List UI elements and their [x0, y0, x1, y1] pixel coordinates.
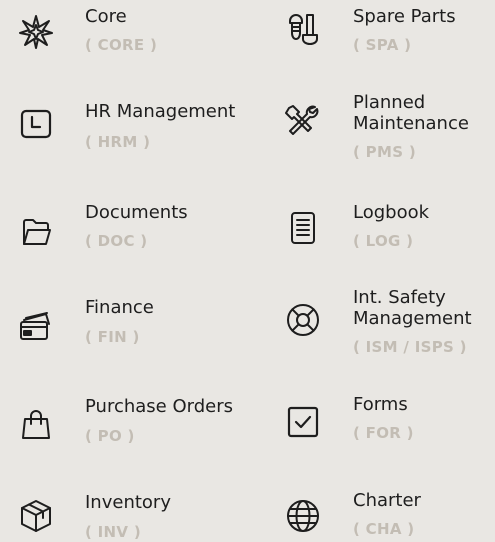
module-code: ( CORE )	[85, 36, 158, 54]
shopping-bag-icon	[16, 404, 56, 444]
module-label-line1: Planned	[353, 92, 426, 113]
module-label: Documents	[85, 202, 188, 223]
module-label: Charter	[353, 490, 421, 511]
lifebuoy-icon	[283, 300, 323, 340]
module-label-line2: Management	[353, 308, 472, 329]
module-label: Finance	[85, 297, 154, 318]
module-label: Purchase Orders	[85, 396, 233, 417]
notebook-icon	[283, 208, 323, 248]
bolts-icon	[283, 10, 323, 50]
module-code: ( LOG )	[353, 232, 414, 250]
module-code: ( INV )	[85, 523, 141, 541]
module-label: Forms	[353, 394, 408, 415]
module-label: Core	[85, 6, 127, 27]
box-icon	[16, 496, 56, 536]
cards-icon	[16, 306, 56, 346]
module-code: ( FOR )	[353, 424, 414, 442]
module-code: ( PMS )	[353, 143, 416, 161]
star-compass-icon	[16, 12, 56, 52]
folder-icon	[16, 212, 56, 252]
module-code: ( SPA )	[353, 36, 412, 54]
module-code: ( FIN )	[85, 328, 140, 346]
module-code: ( HRM )	[85, 133, 151, 151]
module-label-line2: Maintenance	[353, 113, 469, 134]
module-code: ( PO )	[85, 427, 135, 445]
wrench-screwdriver-icon	[283, 100, 323, 140]
module-label-line1: Int. Safety	[353, 287, 446, 308]
module-label: Spare Parts	[353, 6, 456, 27]
module-code: ( DOC )	[85, 232, 148, 250]
clock-icon	[16, 104, 56, 144]
module-code: ( ISM / ISPS )	[353, 338, 467, 356]
module-code: ( CHA )	[353, 520, 415, 538]
checkbox-icon	[283, 402, 323, 442]
globe-icon	[283, 496, 323, 536]
module-label: Logbook	[353, 202, 430, 223]
module-grid: Core ( CORE ) Spare Parts ( SPA ) HR Man…	[0, 0, 495, 542]
module-label: Inventory	[85, 492, 171, 513]
module-label: HR Management	[85, 101, 236, 122]
